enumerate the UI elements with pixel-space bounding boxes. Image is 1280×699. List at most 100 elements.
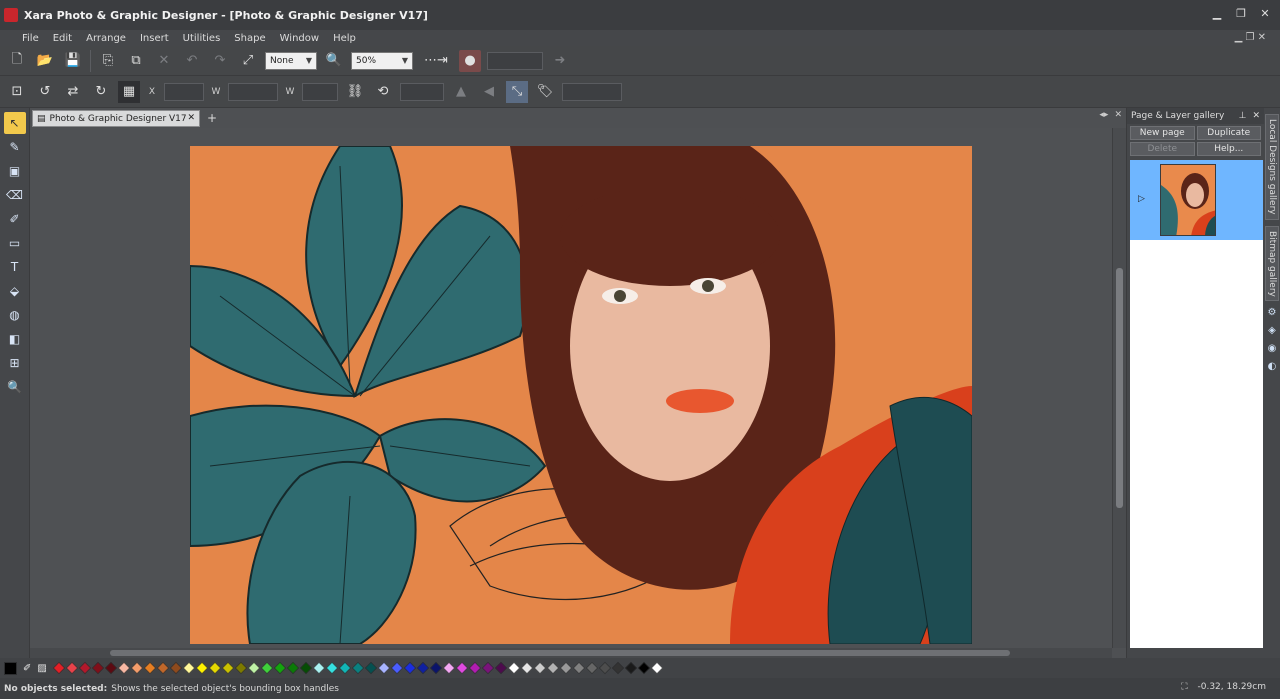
color-swatch[interactable] xyxy=(143,661,156,675)
color-swatch[interactable] xyxy=(78,661,91,675)
menu-window[interactable]: Window xyxy=(280,33,319,44)
quality-select[interactable]: None ▼ xyxy=(265,51,317,70)
menu-arrange[interactable]: Arrange xyxy=(86,33,126,44)
color-swatch[interactable] xyxy=(572,661,585,675)
grid-icon[interactable]: ▦ xyxy=(118,80,140,103)
angle-field[interactable] xyxy=(400,82,444,101)
no-color-icon[interactable]: ▨ xyxy=(37,663,46,674)
tab-close-icon[interactable]: ✕ xyxy=(1114,110,1122,120)
color-swatch[interactable] xyxy=(130,661,143,675)
pin-icon[interactable]: ⊥ xyxy=(1239,111,1247,121)
color-swatch[interactable] xyxy=(260,661,273,675)
skew-icon[interactable]: ◀ xyxy=(478,81,500,103)
eraser-tool-icon[interactable]: ⌫ xyxy=(4,184,26,206)
add-tab-icon[interactable]: + xyxy=(204,111,220,126)
expand-icon[interactable]: ▷ xyxy=(1138,194,1145,204)
color-swatch[interactable] xyxy=(91,661,104,675)
menu-shape[interactable]: Shape xyxy=(234,33,265,44)
snap-icon[interactable]: ⤡ xyxy=(506,80,528,103)
photo-tool-icon[interactable]: ▣ xyxy=(4,160,26,182)
open-folder-icon[interactable]: 📂 xyxy=(34,50,56,72)
transform-icon[interactable]: ↻ xyxy=(90,81,112,103)
rectangle-tool-icon[interactable]: ▭ xyxy=(4,232,26,254)
lock-aspect-icon[interactable]: ⛓ xyxy=(344,81,366,103)
menu-insert[interactable]: Insert xyxy=(140,33,169,44)
push-tool-icon[interactable]: ⊞ xyxy=(4,352,26,374)
page-field[interactable] xyxy=(487,51,543,70)
close-tab-icon[interactable]: ✕ xyxy=(187,113,195,123)
color-swatch[interactable] xyxy=(390,661,403,675)
color-swatch[interactable] xyxy=(429,661,442,675)
color-swatch[interactable] xyxy=(468,661,481,675)
zoom-select[interactable]: 50% ▼ xyxy=(351,51,413,70)
close-icon[interactable]: ✕ xyxy=(1252,111,1260,121)
color-swatch[interactable] xyxy=(481,661,494,675)
menu-help[interactable]: Help xyxy=(333,33,356,44)
horizontal-scrollbar[interactable] xyxy=(30,648,1112,658)
zoom-tool-icon[interactable]: 🔍 xyxy=(4,376,26,398)
horizontal-scroll-thumb[interactable] xyxy=(110,650,1010,656)
tab-bitmap-gallery[interactable]: Bitmap gallery xyxy=(1265,225,1279,302)
page-thumbnail[interactable] xyxy=(1160,164,1216,236)
page-item-selected[interactable]: ▷ xyxy=(1130,160,1263,240)
color-swatch[interactable] xyxy=(195,661,208,675)
zoom-slider-icon[interactable]: ⋯⇥ xyxy=(419,50,453,72)
menu-edit[interactable]: Edit xyxy=(53,33,72,44)
menu-utilities[interactable]: Utilities xyxy=(183,33,221,44)
zoom-to-page-icon[interactable]: ⤢ xyxy=(237,50,259,72)
redo-icon[interactable]: ↷ xyxy=(209,50,231,72)
color-swatch[interactable] xyxy=(156,661,169,675)
color-swatch[interactable] xyxy=(247,661,260,675)
flip-icon[interactable]: ⇄ xyxy=(62,81,84,103)
save-icon[interactable]: 💾 xyxy=(62,50,84,72)
x-field[interactable] xyxy=(164,82,204,101)
color-swatch[interactable] xyxy=(234,661,247,675)
color-swatch[interactable] xyxy=(312,661,325,675)
color-swatch[interactable] xyxy=(52,661,65,675)
color-swatch[interactable] xyxy=(507,661,520,675)
color-swatch[interactable] xyxy=(611,661,624,675)
tag-icon[interactable]: 🏷 xyxy=(534,81,556,103)
selection-handles-icon[interactable]: ⊡ xyxy=(6,81,28,103)
color-swatch[interactable] xyxy=(221,661,234,675)
position-field[interactable] xyxy=(562,82,622,101)
color-swatch[interactable] xyxy=(273,661,286,675)
color-swatch[interactable] xyxy=(403,661,416,675)
current-color-square[interactable] xyxy=(4,661,17,675)
tab-prev-icon[interactable]: ◂▸ xyxy=(1099,110,1108,120)
pen-tool-icon[interactable]: ✎ xyxy=(4,136,26,158)
gallery-icon-2[interactable]: ◈ xyxy=(1266,325,1278,337)
zoom-tool-icon[interactable]: 🔍 xyxy=(323,50,345,72)
transparency-tool-icon[interactable]: ◍ xyxy=(4,304,26,326)
color-swatch[interactable] xyxy=(338,661,351,675)
shape-editor-icon[interactable]: ✐ xyxy=(4,208,26,230)
delete-icon[interactable]: ✕ xyxy=(153,50,175,72)
help-button[interactable]: Help... xyxy=(1196,142,1261,156)
minimize-icon[interactable]: ▁ xyxy=(1210,8,1224,20)
color-swatch[interactable] xyxy=(169,661,182,675)
color-swatch[interactable] xyxy=(520,661,533,675)
color-swatch[interactable] xyxy=(533,661,546,675)
eyedropper-icon[interactable]: ✐ xyxy=(23,663,31,674)
triangle-icon[interactable]: ▲ xyxy=(450,81,472,103)
canvas[interactable] xyxy=(30,128,1126,658)
color-swatch[interactable] xyxy=(650,661,663,675)
vertical-scroll-thumb[interactable] xyxy=(1116,268,1123,508)
fill-tool-icon[interactable]: ⬙ xyxy=(4,280,26,302)
record-icon[interactable]: ● xyxy=(459,49,481,72)
menu-file[interactable]: File xyxy=(22,33,39,44)
delete-button[interactable]: Delete xyxy=(1130,142,1195,156)
color-swatch[interactable] xyxy=(104,661,117,675)
shadow-tool-icon[interactable]: ◧ xyxy=(4,328,26,350)
artwork-image[interactable] xyxy=(190,146,972,644)
duplicate-button[interactable]: Duplicate xyxy=(1196,126,1261,140)
color-swatch[interactable] xyxy=(117,661,130,675)
undo-icon[interactable]: ↶ xyxy=(181,50,203,72)
import-icon[interactable]: ⎘ xyxy=(97,50,119,72)
color-swatch[interactable] xyxy=(546,661,559,675)
color-swatch[interactable] xyxy=(585,661,598,675)
gallery-icon-1[interactable]: ⚙ xyxy=(1266,307,1278,319)
color-swatch[interactable] xyxy=(364,661,377,675)
selector-tool-icon[interactable]: ↖ xyxy=(3,112,26,134)
gallery-icon-4[interactable]: ◐ xyxy=(1266,361,1278,373)
